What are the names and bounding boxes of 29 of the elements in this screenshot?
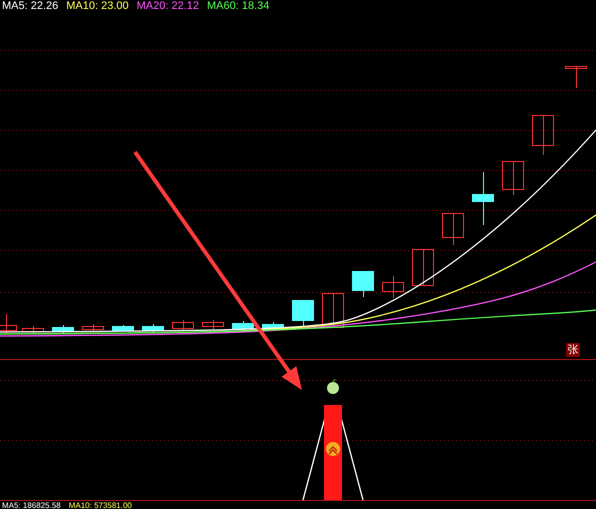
candlestick-icon [172, 320, 194, 330]
candlestick-icon [442, 212, 464, 246]
candlestick-icon [232, 320, 254, 332]
candlestick-icon [352, 270, 374, 298]
candlestick-icon [202, 320, 224, 330]
candlestick-icon [502, 160, 524, 196]
candlestick-icon [472, 172, 494, 226]
moving-average-label: MA5: 186825.58 [2, 502, 61, 509]
candlestick-icon [0, 314, 17, 334]
candlestick-icon [292, 300, 314, 328]
chevron-up-icon [326, 442, 340, 456]
candlestick-icon [82, 324, 104, 332]
candlestick-icon [112, 324, 134, 332]
candlestick-icon [22, 326, 44, 334]
moving-average-label: MA20: 22.12 [136, 0, 200, 12]
candlestick-icon [52, 324, 74, 334]
candlestick-icon [565, 66, 587, 88]
rise-badge: 张 [566, 343, 580, 357]
candlestick-icon [412, 248, 434, 286]
moving-average-label: MA5: 22.26 [2, 0, 58, 12]
candlestick-icon [142, 324, 164, 332]
candlestick-icon [322, 292, 344, 328]
moving-average-label: MA10: 573581.00 [68, 502, 132, 509]
candlestick-icon [382, 276, 404, 298]
candlestick-icon [532, 114, 554, 156]
moving-average-label: MA60: 18.34 [207, 0, 270, 12]
moving-average-label: MA10: 23.00 [66, 0, 129, 12]
candlestick-icon [262, 322, 284, 332]
apple-icon [327, 378, 339, 394]
